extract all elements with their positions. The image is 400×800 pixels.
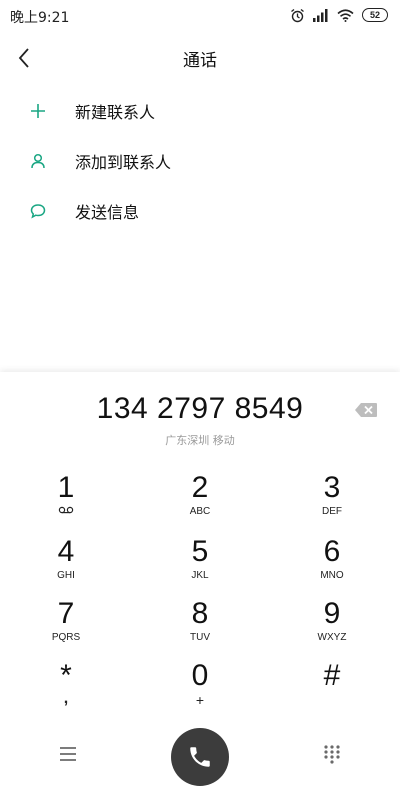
action-menu: 新建联系人 添加到联系人 发送信息 xyxy=(0,86,400,236)
key-letters: GHI xyxy=(57,570,75,581)
message-icon xyxy=(28,201,48,221)
dialpad-icon xyxy=(324,745,340,764)
status-icons: 52 xyxy=(290,7,388,23)
menu-item-label: 添加到联系人 xyxy=(75,153,172,172)
menu-item-label: 发送信息 xyxy=(75,203,140,222)
key-letters: , xyxy=(63,690,69,707)
key-digit: 7 xyxy=(57,597,75,630)
person-icon xyxy=(28,151,48,171)
key-3[interactable]: 3 DEF xyxy=(272,472,392,528)
key-digit: 2 xyxy=(191,471,209,504)
key-letters: DEF xyxy=(322,506,342,517)
key-letters: WXYZ xyxy=(317,632,347,643)
key-digit: * xyxy=(60,659,72,692)
key-digit: 0 xyxy=(191,659,209,692)
key-2[interactable]: 2 ABC xyxy=(140,472,260,528)
key-letters: TUV xyxy=(190,632,210,643)
signal-icon xyxy=(313,8,328,22)
send-message-item[interactable]: 发送信息 xyxy=(0,186,400,236)
key-4[interactable]: 4 GHI xyxy=(6,536,126,592)
status-bar: 晚上9:21 52 xyxy=(0,0,400,30)
key-hash[interactable]: # xyxy=(272,660,392,716)
menu-button[interactable] xyxy=(58,745,78,763)
key-digit: 4 xyxy=(57,535,75,568)
key-letters: JKL xyxy=(191,570,209,581)
dialpad-toggle-button[interactable] xyxy=(322,744,342,764)
wifi-icon xyxy=(337,8,354,22)
delete-button[interactable] xyxy=(354,402,378,418)
key-5[interactable]: 5 JKL xyxy=(140,536,260,592)
page-title: 通话 xyxy=(183,51,217,71)
phone-icon xyxy=(190,747,210,767)
key-digit: 5 xyxy=(191,535,209,568)
key-digit: 8 xyxy=(191,597,209,630)
key-digit: 6 xyxy=(323,535,341,568)
battery-indicator: 52 xyxy=(362,8,388,22)
header: 通话 xyxy=(0,38,400,78)
dialed-number[interactable]: 134 2797 8549 xyxy=(0,392,400,426)
key-digit: 9 xyxy=(323,597,341,630)
key-9[interactable]: 9 WXYZ xyxy=(272,598,392,654)
key-letters: ABC xyxy=(189,506,211,517)
key-digit: 3 xyxy=(323,471,341,504)
key-letters: MNO xyxy=(320,570,344,581)
new-contact-item[interactable]: 新建联系人 xyxy=(0,86,400,136)
status-time: 晚上9:21 xyxy=(10,10,70,26)
key-digit: 1 xyxy=(57,471,75,504)
add-to-contact-item[interactable]: 添加到联系人 xyxy=(0,136,400,186)
key-7[interactable]: 7 PQRS xyxy=(6,598,126,654)
call-button[interactable] xyxy=(171,728,229,786)
backspace-icon xyxy=(355,403,377,417)
bottom-bar xyxy=(0,728,400,788)
number-location: 广东深圳 移动 xyxy=(165,434,235,447)
key-digit: # xyxy=(323,659,341,692)
key-star[interactable]: * , xyxy=(6,660,126,716)
key-letters: PQRS xyxy=(51,632,81,643)
alarm-icon xyxy=(291,8,304,22)
key-letters: + xyxy=(195,692,205,708)
voicemail-icon xyxy=(58,506,74,514)
key-0[interactable]: 0 + xyxy=(140,660,260,716)
plus-icon xyxy=(28,101,48,121)
menu-lines-icon xyxy=(60,747,76,761)
key-1[interactable]: 1 xyxy=(6,472,126,528)
key-8[interactable]: 8 TUV xyxy=(140,598,260,654)
key-6[interactable]: 6 MNO xyxy=(272,536,392,592)
menu-item-label: 新建联系人 xyxy=(75,103,156,122)
